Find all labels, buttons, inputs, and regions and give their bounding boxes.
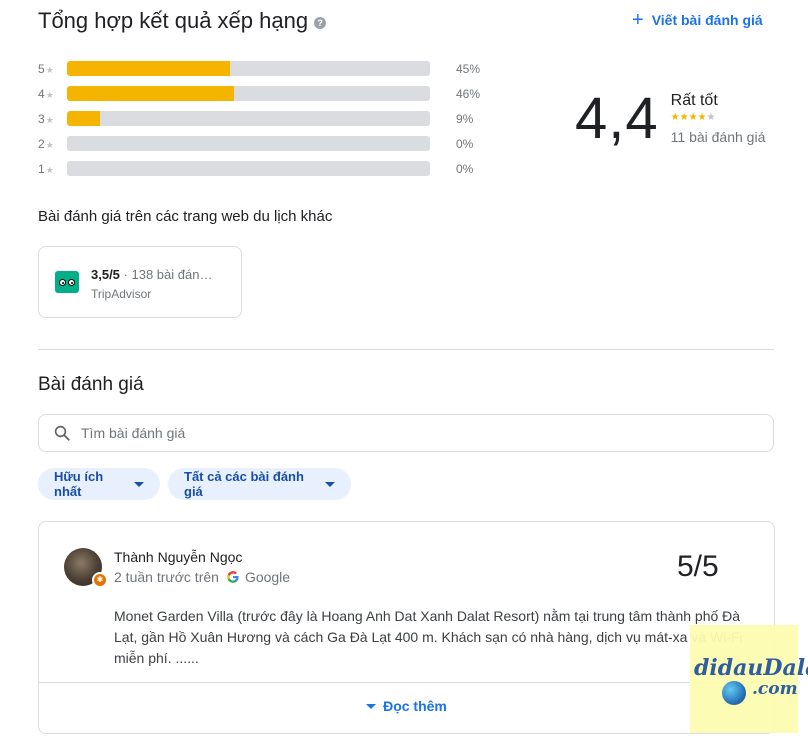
rating-bar-track <box>67 86 430 101</box>
overall-score: 4,4 <box>575 86 659 151</box>
review-time: 2 tuần trước trên <box>114 569 219 585</box>
chevron-down-icon <box>325 481 335 487</box>
rating-bar-label: 4★ <box>38 86 54 101</box>
filter-chip-label: Tất cả các bài đánh giá <box>184 469 304 499</box>
globe-icon <box>722 681 746 705</box>
tripadvisor-card[interactable]: 3,5/5 · 138 bài đán… TripAdvisor <box>38 246 242 318</box>
local-guide-badge-icon: ✱ <box>92 572 108 588</box>
rating-summary-header: Tổng hợp kết quả xếp hạng ? <box>38 8 327 34</box>
rating-bar-row: 3★ 9% <box>38 106 496 131</box>
rating-bar-track <box>67 61 430 76</box>
rating-bar-row: 4★ 46% <box>38 81 496 106</box>
rating-distribution: 5★ 45% 4★ 46% 3★ 9% 2★ 0% 1★ 0% <box>38 56 496 181</box>
rating-bar-percent: 45% <box>456 61 481 76</box>
watermark-text: didauDalat <box>694 655 808 681</box>
search-input[interactable] <box>79 424 723 442</box>
write-review-button[interactable]: + Viết bài đánh giá <box>632 9 763 31</box>
google-icon <box>227 571 239 583</box>
review-meta: 2 tuần trước trên Google <box>114 569 290 585</box>
rating-bar-percent: 46% <box>456 86 481 101</box>
star-rating-icon: ★★★★★ <box>670 112 716 123</box>
rating-bar-label: 5★ <box>38 61 54 76</box>
tripadvisor-source: TripAdvisor <box>91 287 152 301</box>
star-icon: ★ <box>45 89 54 100</box>
read-more-button[interactable]: Đọc thêm <box>39 698 774 714</box>
rating-bar-track <box>67 136 430 151</box>
overall-rating: 4,4 Rất tốt ★★★★★ 11 bài đánh giá <box>575 88 765 150</box>
rating-bar-row: 2★ 0% <box>38 131 496 156</box>
chevron-down-icon <box>366 703 377 709</box>
rating-bar-label: 1★ <box>38 161 54 176</box>
rating-bar-fill <box>67 61 231 76</box>
filter-chip[interactable]: Tất cả các bài đánh giá <box>168 468 351 500</box>
search-icon <box>54 425 70 441</box>
rating-bar-label: 3★ <box>38 111 54 126</box>
tripadvisor-logo-icon <box>55 271 79 293</box>
help-icon[interactable]: ? <box>314 17 327 29</box>
reviews-heading: Bài đánh giá <box>38 374 144 395</box>
rating-bar-percent: 9% <box>456 111 474 126</box>
read-more-label: Đọc thêm <box>383 698 447 714</box>
rating-bar-label: 2★ <box>38 136 54 151</box>
reviewer-name[interactable]: Thành Nguyễn Ngọc <box>114 549 242 565</box>
review-source: Google <box>244 569 291 585</box>
watermark-domain: .com <box>752 679 798 699</box>
overall-rating-details: Rất tốt ★★★★★ 11 bài đánh giá <box>671 92 766 150</box>
rating-bar-fill <box>67 86 234 101</box>
rating-bar-row: 5★ 45% <box>38 56 496 81</box>
rating-bar-fill <box>67 111 100 126</box>
page-title: Tổng hợp kết quả xếp hạng <box>38 8 309 33</box>
review-card: ✱ Thành Nguyễn Ngọc 2 tuần trước trên Go… <box>38 521 775 734</box>
rating-bar-track <box>67 161 430 176</box>
overall-rating-label: Rất tốt <box>670 92 718 109</box>
card-divider <box>39 682 774 683</box>
rating-bar-row: 1★ 0% <box>38 156 496 181</box>
review-score: 5/5 <box>677 550 719 583</box>
tripadvisor-rating: 3,5/5 · 138 bài đán… <box>91 267 213 282</box>
star-icon: ★ <box>45 139 54 150</box>
star-icon: ★ <box>45 114 54 125</box>
chevron-down-icon <box>134 481 144 487</box>
review-text: Monet Garden Villa (trước đây là Hoang A… <box>114 608 743 666</box>
rating-bar-percent: 0% <box>456 161 474 176</box>
rating-bar-track <box>67 111 430 126</box>
star-icon: ★ <box>45 164 54 175</box>
rating-bar-percent: 0% <box>456 136 474 151</box>
other-sites-heading: Bài đánh giá trên các trang web du lịch … <box>38 208 333 225</box>
section-divider <box>38 349 774 350</box>
write-review-label: Viết bài đánh giá <box>651 12 763 28</box>
sort-chip-label: Hữu ích nhất <box>54 469 104 499</box>
plus-icon: + <box>632 9 644 31</box>
sort-chip[interactable]: Hữu ích nhất <box>38 468 160 500</box>
star-icon: ★ <box>45 64 54 75</box>
review-count[interactable]: 11 bài đánh giá <box>671 129 766 145</box>
watermark-logo: didauDalat .com <box>690 625 808 733</box>
review-search-box[interactable] <box>38 414 774 452</box>
